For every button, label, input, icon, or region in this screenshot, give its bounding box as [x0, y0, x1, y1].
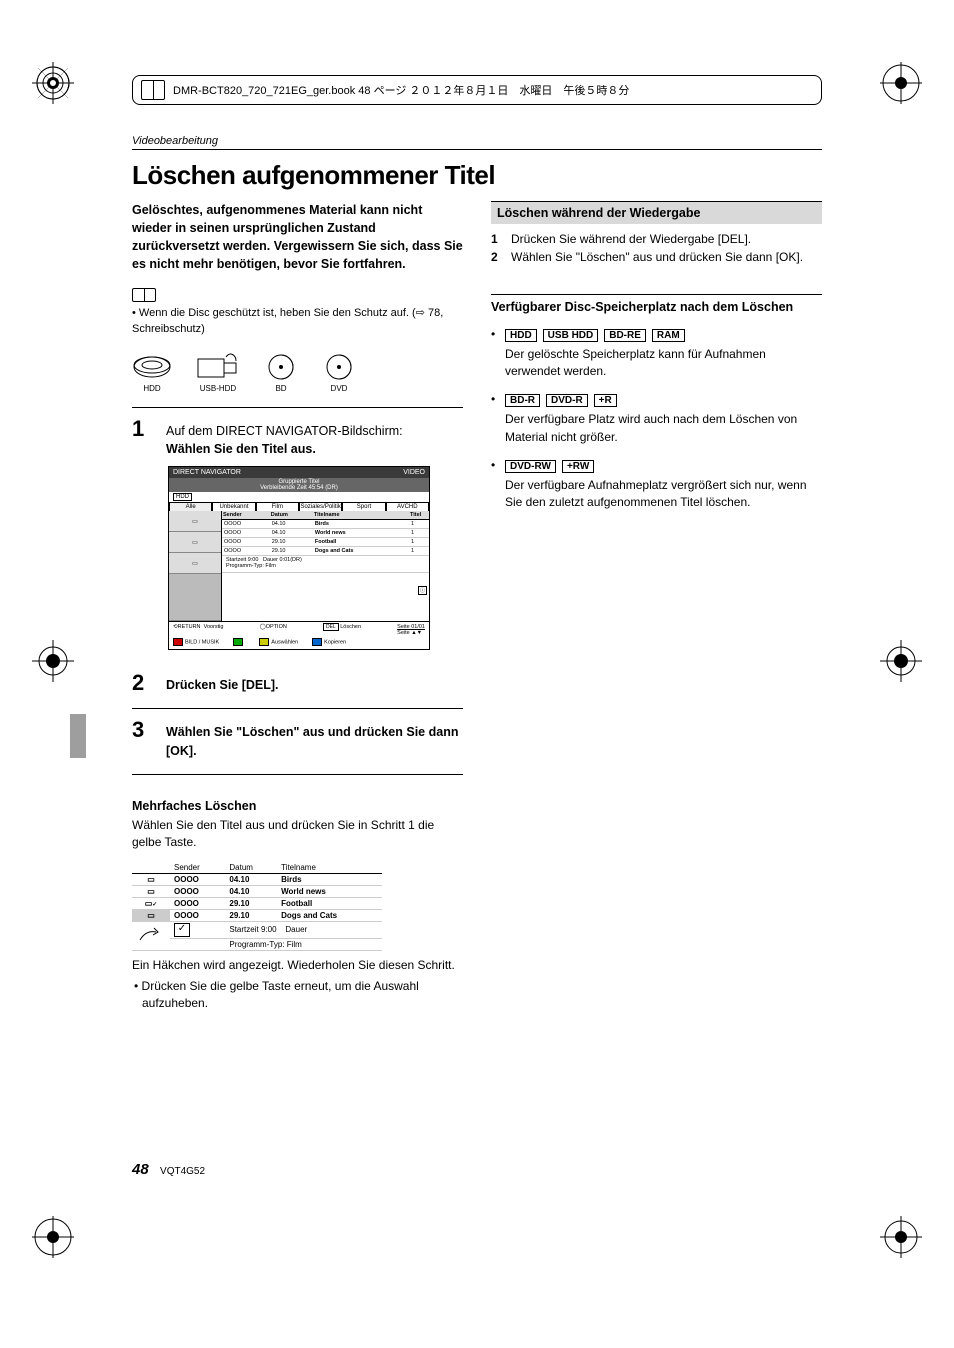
step-number: 2	[132, 672, 154, 694]
table-row: ▭OOOO29.10Dogs and Cats	[132, 909, 382, 921]
content: Videobearbeitung Löschen aufgenommener T…	[132, 135, 822, 1198]
registration-mark-icon	[32, 62, 74, 104]
scr-tab: Soziales/Politik	[299, 502, 342, 511]
page-number: 48	[132, 1161, 149, 1178]
green-button-icon	[233, 638, 243, 646]
table-row: Programm-Typ: Film	[132, 938, 382, 950]
disc-badge: +R	[594, 394, 617, 407]
scr-tab: Alle	[169, 502, 212, 511]
disc-badge: BD-R	[505, 394, 540, 407]
step-number: 1	[132, 418, 154, 440]
multi-heading: Mehrfaches Löschen	[132, 799, 463, 813]
left-column: Gelöschtes, aufgenommenes Material kann …	[132, 201, 463, 1013]
multi-bullet: • Drücken Sie die gelbe Taste erneut, um…	[132, 978, 463, 1013]
scr-tab: Sport	[342, 502, 385, 511]
doc-code: VQT4G52	[160, 1166, 205, 1177]
note-text: • Wenn die Disc geschützt ist, heben Sie…	[132, 306, 463, 337]
bookfile-text: DMR-BCT820_720_721EG_ger.book 48 ページ ２０１…	[173, 85, 629, 97]
section-label: Videobearbeitung	[132, 135, 822, 150]
playback-steps: 1Drücken Sie während der Wiedergabe [DEL…	[491, 230, 822, 266]
step1-line2: Wählen Sie den Titel aus.	[166, 442, 316, 456]
arrow-icon	[138, 926, 164, 944]
multi-text: Wählen Sie den Titel aus und drücken Sie…	[132, 817, 463, 852]
disc-badge: +RW	[562, 460, 594, 473]
group-text: Der verfügbare Platz wird auch nach dem …	[505, 411, 822, 446]
scr-tab: Film	[256, 502, 299, 511]
divider	[132, 708, 463, 709]
scr-tabs: Alle Unbekannt Film Soziales/Politik Spo…	[169, 502, 429, 511]
table-row: OOOO04.10Birds1	[222, 520, 429, 529]
step-number: 3	[132, 719, 154, 741]
scr-tab: AVCHD	[386, 502, 429, 511]
disc-badge: BD-RE	[604, 329, 646, 342]
disc-badge: DVD-R	[546, 394, 588, 407]
play-step: Wählen Sie "Löschen" aus und drücken Sie…	[511, 248, 803, 266]
crosshair-icon	[880, 640, 922, 682]
checkbox-icon: ✓	[174, 923, 190, 937]
step-1: 1 Auf dem DIRECT NAVIGATOR-Bildschirm: W…	[132, 418, 463, 458]
scr-title: DIRECT NAVIGATOR	[173, 469, 241, 476]
scr-hdd-tag: HDD	[173, 493, 192, 501]
right-column: Löschen während der Wiedergabe 1Drücken …	[491, 201, 822, 1013]
avail-heading: Verfügbarer Disc-Speicherplatz nach dem …	[491, 299, 822, 317]
media-icons: HDD USB-HDD BD DVD	[132, 353, 463, 393]
usbhdd-icon: USB-HDD	[196, 353, 240, 393]
table-row: ✓ Startzeit 9:00 Dauer	[132, 921, 382, 938]
play-step: Drücken Sie während der Wiedergabe [DEL]…	[511, 230, 751, 248]
info-icon: ⓘ	[418, 586, 427, 595]
navigator-screenshot: DIRECT NAVIGATOR VIDEO Gruppierte Titel …	[168, 466, 430, 650]
group-text: Der gelöschte Speicherplatz kann für Auf…	[505, 346, 822, 381]
registration-mark-icon	[880, 62, 922, 104]
blue-button-icon	[312, 638, 322, 646]
scr-video: VIDEO	[403, 469, 425, 476]
divider	[132, 407, 463, 408]
table-row: OOOO04.10World news1	[222, 529, 429, 538]
intro-text: Gelöschtes, aufgenommenes Material kann …	[132, 201, 463, 274]
red-button-icon	[173, 638, 183, 646]
bookfile-bar: DMR-BCT820_720_721EG_ger.book 48 ページ ２０１…	[132, 75, 822, 105]
thumb-icon: ▭	[169, 532, 221, 553]
edge-tab	[70, 714, 86, 758]
table-row: OOOO29.10Football1	[222, 538, 429, 547]
table-row: OOOO29.10Dogs and Cats1	[222, 547, 429, 556]
group-text: Der verfügbare Aufnahmeplatz vergrößert …	[505, 477, 822, 512]
step-3: 3 Wählen Sie "Löschen" aus und drücken S…	[132, 719, 463, 759]
disc-badge: DVD-RW	[505, 460, 556, 473]
step3-text: Wählen Sie "Löschen" aus und drücken Sie…	[166, 725, 458, 757]
registration-mark-icon	[880, 1216, 922, 1258]
thumb-icon: ▭	[169, 553, 221, 574]
page-footer: 48 VQT4G52	[132, 1161, 205, 1178]
thumb-icon: ▭	[169, 511, 221, 532]
table-row: ▭OOOO04.10World news	[132, 885, 382, 897]
preview-thumb	[169, 574, 221, 621]
disc-badge: USB HDD	[543, 329, 599, 342]
registration-mark-icon	[32, 1216, 74, 1258]
dvd-icon: DVD	[322, 353, 356, 393]
disc-badge: HDD	[505, 329, 537, 342]
page: DMR-BCT820_720_721EG_ger.book 48 ページ ２０１…	[0, 0, 954, 1348]
table-row: ▭✓OOOO29.10Football	[132, 897, 382, 909]
note-icon	[132, 288, 156, 302]
hdd-icon: HDD	[132, 353, 172, 393]
step1-line1: Auf dem DIRECT NAVIGATOR-Bildschirm:	[166, 424, 403, 438]
scr-tab: Unbekannt	[212, 502, 255, 511]
yellow-button-icon	[259, 638, 269, 646]
multi-after: Ein Häkchen wird angezeigt. Wiederholen …	[132, 957, 463, 974]
disc-badge: RAM	[652, 329, 685, 342]
avail-section: Verfügbarer Disc-Speicherplatz nach dem …	[491, 294, 822, 512]
scr-subtitle2: Verbleibende Zeit 45:54 (DR)	[260, 485, 338, 491]
note-block: • Wenn die Disc geschützt ist, heben Sie…	[132, 288, 463, 338]
playback-band: Löschen während der Wiedergabe	[491, 201, 822, 224]
table-row: ▭OOOO04.10Birds	[132, 873, 382, 885]
page-title: Löschen aufgenommener Titel	[132, 160, 822, 191]
mini-table: Sender Datum Titelname ▭OOOO04.10Birds ▭…	[132, 862, 382, 951]
step-2: 2 Drücken Sie [DEL].	[132, 672, 463, 694]
scr-table: Sender Datum Titelname Titel OOOO04.10Bi…	[222, 511, 429, 556]
bd-icon: BD	[264, 353, 298, 393]
book-icon	[141, 80, 165, 100]
crosshair-icon	[32, 640, 74, 682]
step2-text: Drücken Sie [DEL].	[166, 678, 279, 692]
divider	[132, 774, 463, 775]
